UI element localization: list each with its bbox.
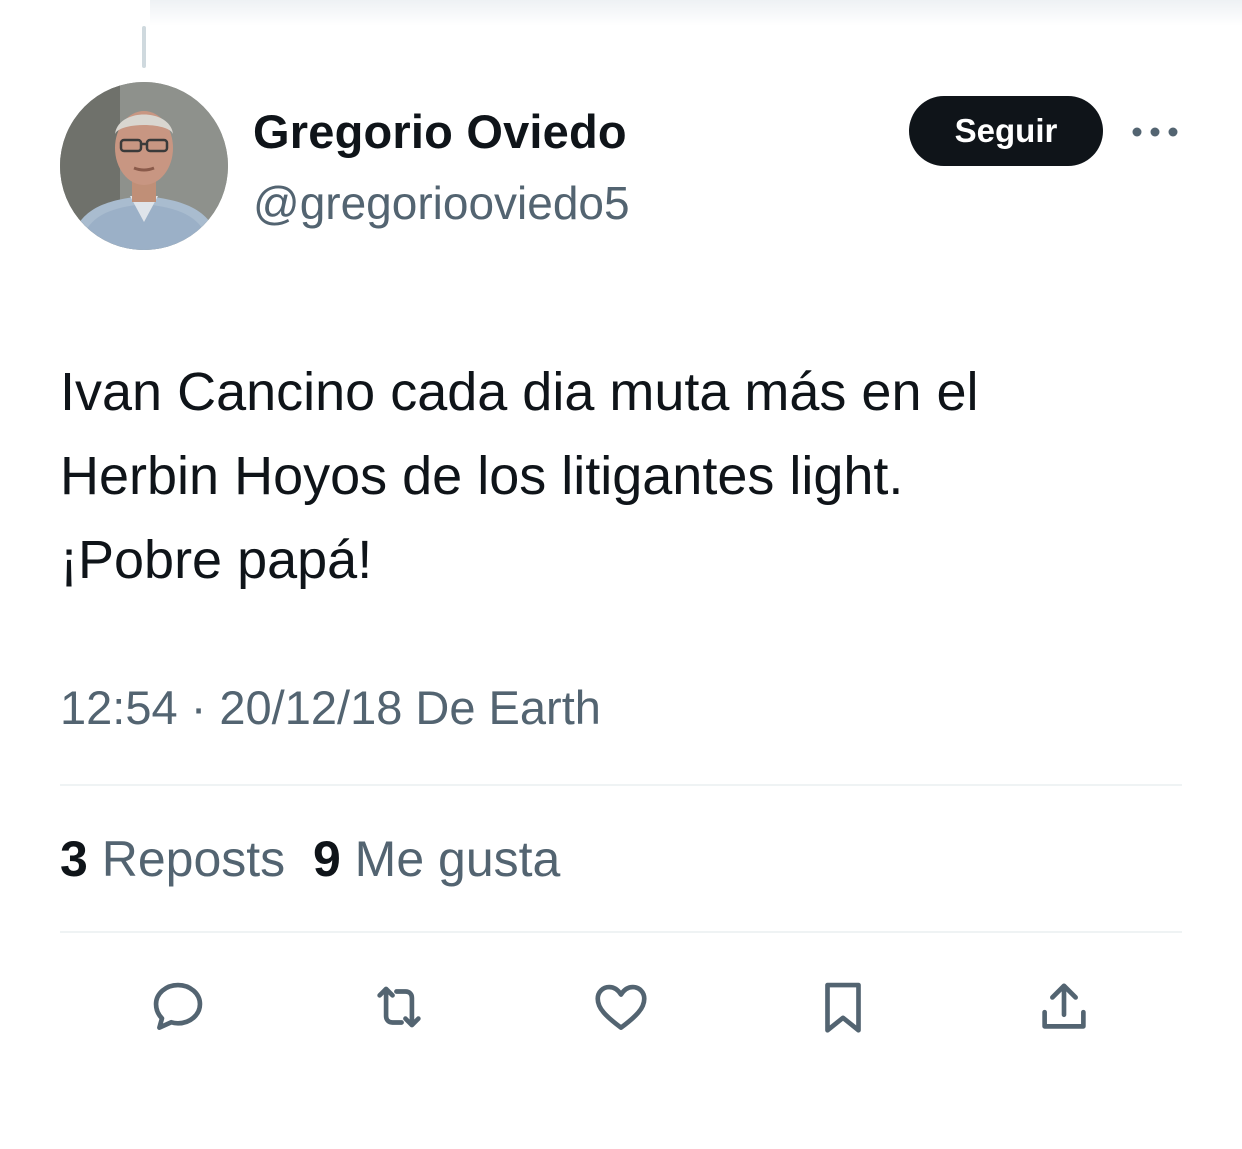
divider bbox=[60, 931, 1182, 933]
tweet-time[interactable]: 12:54 bbox=[60, 681, 178, 734]
tweet-text: Ivan Cancino cada dia muta más en el Her… bbox=[60, 362, 979, 590]
meta-separator: · bbox=[190, 681, 207, 734]
tweet-metadata: 12:54 · 20/12/18 De Earth bbox=[60, 680, 601, 735]
likes-stat[interactable]: 9 Me gusta bbox=[313, 831, 560, 887]
more-options-button[interactable] bbox=[1128, 112, 1182, 152]
likes-label: Me gusta bbox=[354, 831, 561, 887]
like-icon bbox=[595, 984, 647, 1030]
repost-button[interactable] bbox=[367, 975, 431, 1039]
reposts-count: 3 bbox=[60, 831, 88, 887]
repost-icon bbox=[377, 986, 421, 1028]
bookmark-button[interactable] bbox=[811, 975, 875, 1039]
thread-connector-line bbox=[142, 26, 146, 68]
follow-button[interactable]: Seguir bbox=[909, 96, 1103, 166]
reply-button[interactable] bbox=[146, 975, 210, 1039]
likes-count: 9 bbox=[312, 831, 341, 887]
author-handle[interactable]: @gregoriooviedo5 bbox=[253, 176, 630, 230]
divider bbox=[60, 784, 1182, 786]
avatar-photo bbox=[60, 82, 228, 250]
bookmark-icon bbox=[825, 982, 861, 1033]
tweet-date[interactable]: 20/12/18 bbox=[219, 681, 402, 734]
reposts-label: Reposts bbox=[101, 831, 286, 887]
tweet-source: De Earth bbox=[415, 681, 601, 734]
previous-tweet-edge bbox=[150, 0, 1242, 26]
share-icon bbox=[1042, 983, 1086, 1029]
share-button[interactable] bbox=[1032, 975, 1096, 1039]
tweet-stats: 3 Reposts 9 Me gusta bbox=[60, 830, 560, 888]
avatar[interactable] bbox=[60, 82, 228, 250]
reposts-stat[interactable]: 3 Reposts bbox=[60, 831, 285, 887]
more-dots-icon bbox=[1132, 127, 1178, 137]
author-name[interactable]: Gregorio Oviedo bbox=[253, 104, 627, 159]
like-button[interactable] bbox=[589, 975, 653, 1039]
reply-icon bbox=[153, 982, 203, 1030]
